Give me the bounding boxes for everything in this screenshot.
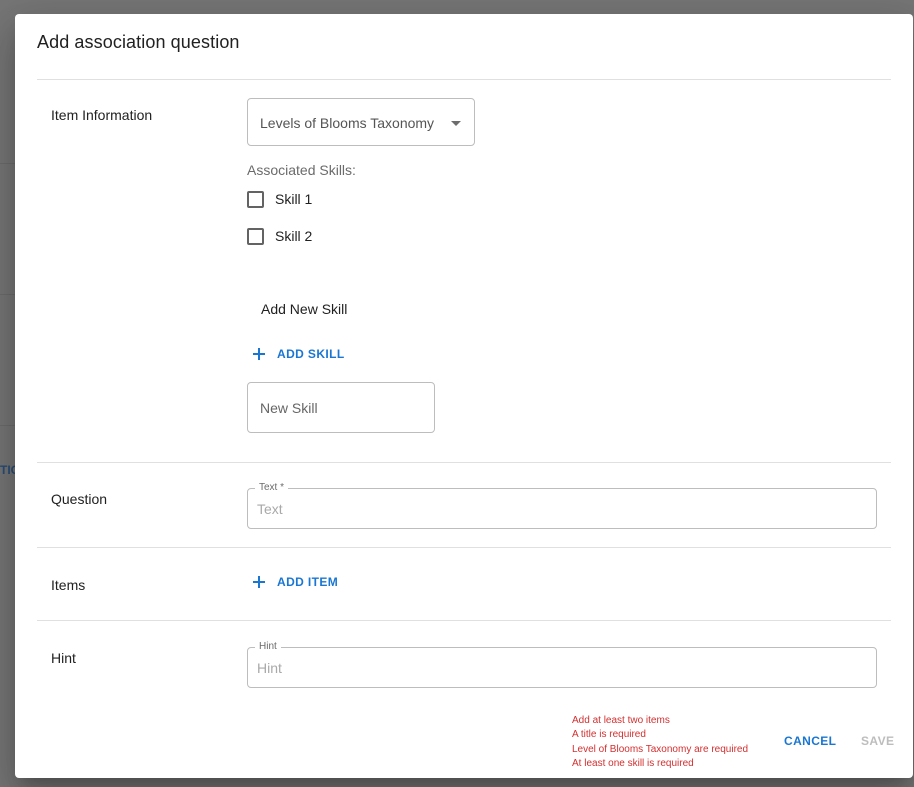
new-skill-input[interactable] (247, 382, 435, 433)
divider (37, 462, 891, 463)
save-button[interactable]: SAVE (861, 734, 894, 748)
dropdown-arrow-icon (451, 121, 461, 126)
question-label: Question (51, 491, 108, 507)
items-label: Items (51, 577, 86, 593)
error-message: Add at least two items (572, 715, 670, 726)
divider (37, 620, 891, 621)
skill-2-label: Skill 2 (275, 228, 313, 244)
add-skill-button[interactable]: ADD SKILL (253, 340, 345, 368)
divider (37, 547, 891, 548)
error-message: Level of Blooms Taxonomy are required (572, 743, 749, 755)
select-value: Levels of Blooms Taxonomy (260, 115, 435, 131)
cancel-button[interactable]: CANCEL (784, 734, 836, 748)
associated-skills-label: Associated Skills: (247, 162, 356, 178)
error-message: A title is required (572, 729, 646, 741)
hint-label: Hint (51, 650, 76, 666)
plus-icon (253, 576, 265, 588)
item-information-label: Item Information (51, 107, 153, 123)
add-new-skill-heading: Add New Skill (261, 301, 348, 317)
hint-legend: Hint (255, 641, 281, 653)
skill-1-checkbox[interactable] (247, 191, 264, 208)
add-skill-label: ADD SKILL (277, 347, 345, 361)
divider (37, 79, 891, 80)
skill-2-checkbox[interactable] (247, 228, 264, 245)
question-text-legend: Text * (255, 482, 289, 494)
add-item-label: ADD ITEM (277, 575, 339, 589)
hint-field[interactable]: Hint (247, 641, 877, 688)
add-association-question-dialog: Add association question Item Informatio… (15, 14, 913, 778)
dialog-title: Add association question (37, 32, 240, 52)
hint-input[interactable] (255, 659, 859, 677)
validation-errors: Add at least two items A title is requir… (572, 714, 748, 771)
error-message: At least one skill is required (572, 757, 694, 769)
skill-1-label: Skill 1 (275, 191, 313, 207)
add-item-button[interactable]: ADD ITEM (253, 568, 338, 596)
plus-icon (253, 348, 265, 360)
blooms-taxonomy-select[interactable]: Levels of Blooms Taxonomy (247, 98, 475, 146)
question-text-input[interactable] (255, 500, 859, 518)
question-text-field[interactable]: Text * (247, 482, 877, 529)
